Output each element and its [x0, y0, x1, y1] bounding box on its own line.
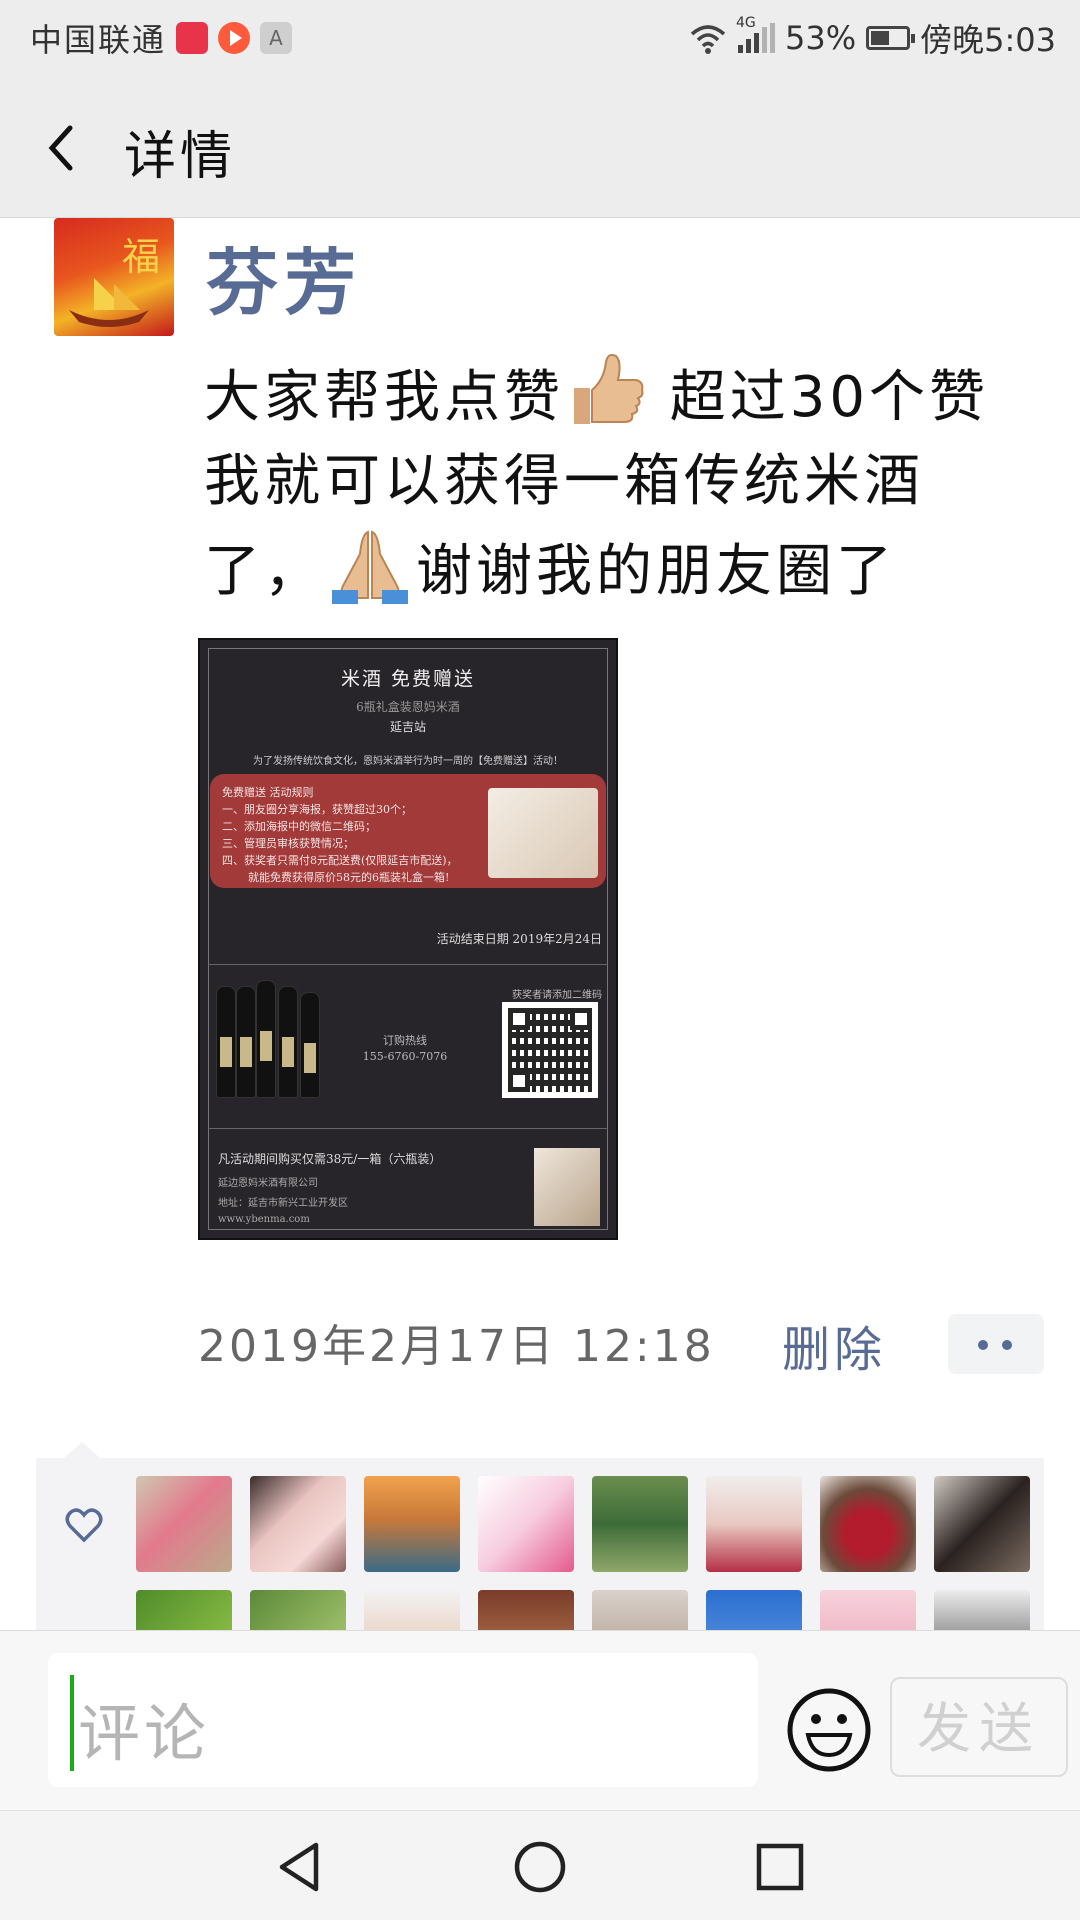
- comment-input[interactable]: 评论: [48, 1653, 758, 1787]
- network-type: 4G: [736, 15, 756, 31]
- post-image[interactable]: 米酒 免费赠送 6瓶礼盒装恩妈米酒 延吉站 为了发扬传统饮食文化，恩妈米酒举行为…: [198, 638, 618, 1240]
- rule-line: 三、管理员审核获赞情况；: [222, 837, 354, 850]
- system-nav-bar: [0, 1810, 1080, 1920]
- likes-panel: [36, 1458, 1044, 1630]
- poster-title: 米酒 免费赠送: [340, 668, 476, 690]
- author-avatar[interactable]: 福: [54, 218, 174, 336]
- rule-line: 就能免费获得原价58元的6瓶装礼盒一箱!: [248, 871, 450, 884]
- delete-link[interactable]: 删除: [782, 1310, 886, 1380]
- post-text-part1: 大家帮我点赞: [204, 365, 564, 430]
- rule-line: 一、朋友圈分享海报，获赞超过30个；: [222, 803, 412, 816]
- bottles-image: [216, 978, 328, 1098]
- like-avatar[interactable]: [250, 1476, 346, 1572]
- more-actions-button[interactable]: [948, 1314, 1044, 1374]
- poster-divider: [208, 964, 608, 965]
- hotline-number: 155-6760-7076: [362, 1050, 448, 1063]
- dot-icon: [978, 1340, 988, 1350]
- like-avatar[interactable]: [136, 1476, 232, 1572]
- comment-placeholder: 评论: [78, 1697, 211, 1770]
- poster-station: 延吉站: [389, 720, 426, 734]
- thumbs-up-emoji: [574, 353, 644, 424]
- video-app-icon: [218, 22, 251, 54]
- status-bar-left: 中国联通 A: [30, 18, 293, 59]
- like-avatar[interactable]: [250, 1590, 346, 1630]
- like-avatar[interactable]: [364, 1590, 460, 1630]
- boat-illustration: [69, 278, 149, 327]
- like-avatar[interactable]: [364, 1476, 460, 1572]
- like-avatar[interactable]: [136, 1590, 232, 1630]
- like-avatar[interactable]: [934, 1476, 1030, 1572]
- like-avatar[interactable]: [478, 1590, 574, 1630]
- clock: 傍晚5:03: [920, 21, 1056, 59]
- send-button[interactable]: 发送: [890, 1677, 1068, 1777]
- back-triangle-icon[interactable]: [270, 1837, 330, 1897]
- a-app-icon: A: [260, 22, 293, 54]
- like-avatar[interactable]: [706, 1590, 802, 1630]
- author-name[interactable]: 芬芳: [206, 224, 362, 329]
- text-caret: [70, 1675, 74, 1771]
- red-app-icon: [176, 22, 209, 54]
- gift-box-image: [534, 1148, 600, 1226]
- status-bar: 中国联通 A 4G 53% 傍晚5:03: [0, 0, 1080, 78]
- wifi-icon: [690, 25, 726, 54]
- poster-end-date: 活动结束日期 2019年2月24日: [436, 932, 602, 946]
- comment-bar: 评论 发送: [0, 1630, 1080, 1810]
- page-title: 详情: [124, 127, 237, 187]
- like-avatar[interactable]: [820, 1476, 916, 1572]
- battery-percent: 53%: [785, 19, 857, 57]
- like-avatar[interactable]: [706, 1476, 802, 1572]
- battery-icon: [866, 26, 916, 50]
- poster-address: 地址：延吉市新兴工业开发区: [218, 1198, 348, 1209]
- qr-code: [502, 1002, 598, 1098]
- dot-icon: [1002, 1340, 1012, 1350]
- post-timestamp: 2019年2月17日 12:18: [198, 1321, 715, 1372]
- like-avatar[interactable]: [592, 1590, 688, 1630]
- post-text-part3: 谢谢我的朋友圈了: [416, 539, 896, 604]
- home-circle-icon[interactable]: [510, 1837, 570, 1897]
- hotline-label: 订购热线: [383, 1034, 427, 1047]
- signal-icon: 4G: [736, 15, 775, 53]
- like-avatar[interactable]: [478, 1476, 574, 1572]
- carrier-name: 中国联通: [30, 21, 167, 59]
- folded-hands-emoji: [332, 530, 408, 604]
- status-bar-right: 4G 53% 傍晚5:03: [688, 15, 1056, 60]
- poster-intro: 为了发扬传统饮食文化，恩妈米酒举行为时一周的【免费赠送】活动！: [253, 756, 563, 767]
- rule-line: 二、添加海报中的微信二维码；: [222, 820, 376, 833]
- post-text: 大家帮我点赞 超过30个赞我就可以获得一箱传统米酒了， 谢谢我的朋友圈了: [204, 350, 1034, 614]
- poster-company: 延边恩妈米酒有限公司: [218, 1178, 318, 1189]
- likes-pointer: [64, 1442, 100, 1458]
- smiley-icon[interactable]: [786, 1687, 872, 1773]
- poster-website: www.ybenma.com: [218, 1214, 310, 1225]
- poster-rules-panel: 免费赠送 活动规则 一、朋友圈分享海报，获赞超过30个； 二、添加海报中的微信二…: [210, 774, 606, 888]
- like-avatar[interactable]: [934, 1590, 1030, 1630]
- like-avatar[interactable]: [592, 1476, 688, 1572]
- rule-line: 四、获奖者只需付8元配送费(仅限延吉市配送)，: [222, 854, 458, 867]
- rule-line: 免费赠送 活动规则: [222, 786, 314, 799]
- poster-divider: [208, 1128, 608, 1129]
- poster-offer: 凡活动期间购买仅需38元/一箱（六瓶装）: [218, 1152, 442, 1166]
- like-avatar[interactable]: [820, 1590, 916, 1630]
- nav-header: 详情: [0, 78, 1080, 218]
- chevron-left-icon[interactable]: [34, 118, 94, 178]
- heart-outline-icon: [65, 1508, 103, 1543]
- recents-square-icon[interactable]: [750, 1837, 810, 1897]
- qr-label: 获奖者请添加二维码: [512, 990, 602, 1001]
- poster-subtitle: 6瓶礼盒装恩妈米酒: [356, 700, 460, 714]
